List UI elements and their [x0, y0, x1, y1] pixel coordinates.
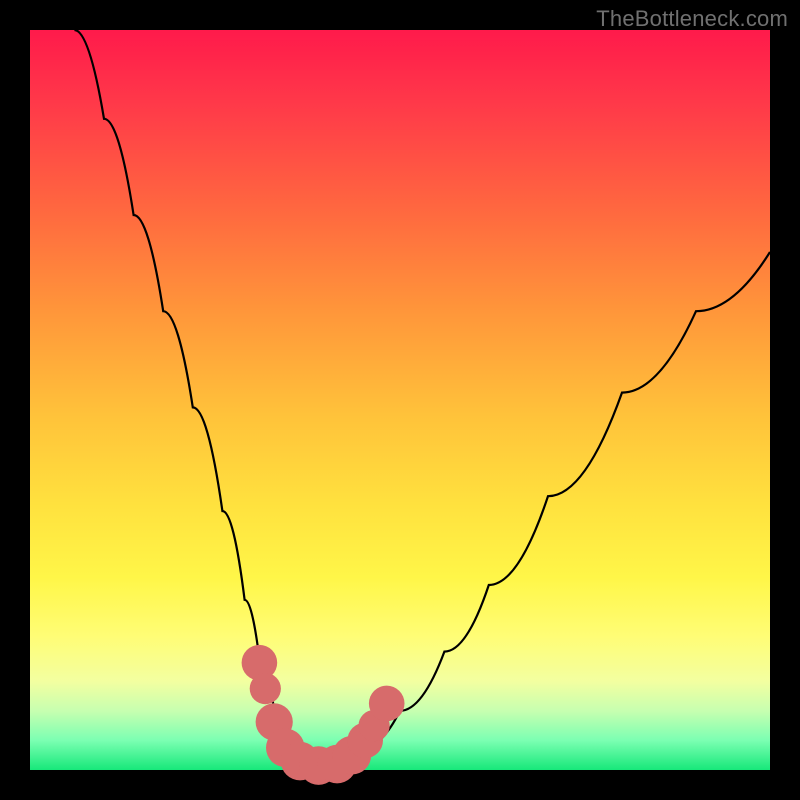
bottleneck-curve [74, 30, 770, 766]
plot-area [30, 30, 770, 770]
chart-frame: TheBottleneck.com [0, 0, 800, 800]
curve-marker [369, 686, 405, 722]
curve-markers [242, 645, 405, 785]
chart-svg [30, 30, 770, 770]
watermark-text: TheBottleneck.com [596, 6, 788, 32]
curve-marker [250, 673, 281, 704]
